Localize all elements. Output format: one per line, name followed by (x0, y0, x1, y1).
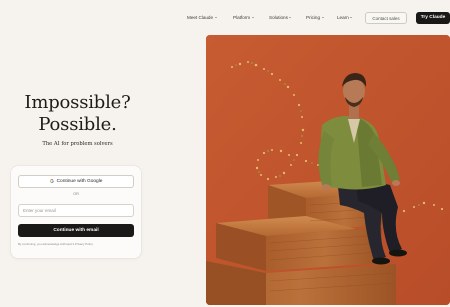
chevron-down-icon (251, 17, 254, 18)
continue-with-google-label: Continue with Google (56, 179, 103, 184)
hero-image (206, 35, 450, 305)
chevron-down-icon (350, 17, 353, 18)
try-claude-button[interactable]: Try Claude (416, 12, 450, 24)
hero-title: Impossible? Possible. (0, 92, 155, 136)
contact-sales-button[interactable]: Contact sales (365, 12, 407, 24)
continue-with-google-button[interactable]: Continue with Google (18, 175, 134, 188)
nav-meet-claude[interactable]: Meet Claude (187, 14, 217, 22)
chevron-down-icon (321, 17, 324, 18)
google-g-icon (49, 178, 54, 183)
nav-platform-label: Platform (233, 15, 251, 20)
hero-title-line-2: Possible. (38, 114, 117, 135)
nav-pricing-label: Pricing (306, 15, 321, 20)
nav-meet-claude-label: Meet Claude (187, 15, 214, 20)
nav-solutions-label: Solutions (269, 15, 288, 20)
top-navigation: Meet Claude Platform Solutions Pricing L… (186, 12, 450, 26)
email-field[interactable] (18, 204, 134, 217)
hero-title-line-1: Impossible? (24, 92, 131, 113)
legal-notice: By continuing, you acknowledge Anthropic… (18, 242, 93, 246)
hero-photo-illustration (206, 35, 450, 305)
nav-learn-label: Learn (337, 15, 349, 20)
chevron-down-icon (289, 17, 292, 18)
nav-pricing[interactable]: Pricing (306, 14, 324, 22)
nav-learn[interactable]: Learn (337, 14, 353, 22)
nav-solutions[interactable]: Solutions (269, 14, 292, 22)
continue-with-email-button[interactable]: Continue with email (18, 224, 134, 237)
chevron-down-icon (214, 17, 217, 18)
or-divider: OR (73, 192, 79, 196)
signup-card: Continue with Google OR Continue with em… (11, 166, 141, 258)
hero-subtitle: The AI for problem solvers (42, 141, 113, 147)
nav-platform[interactable]: Platform (233, 14, 254, 22)
